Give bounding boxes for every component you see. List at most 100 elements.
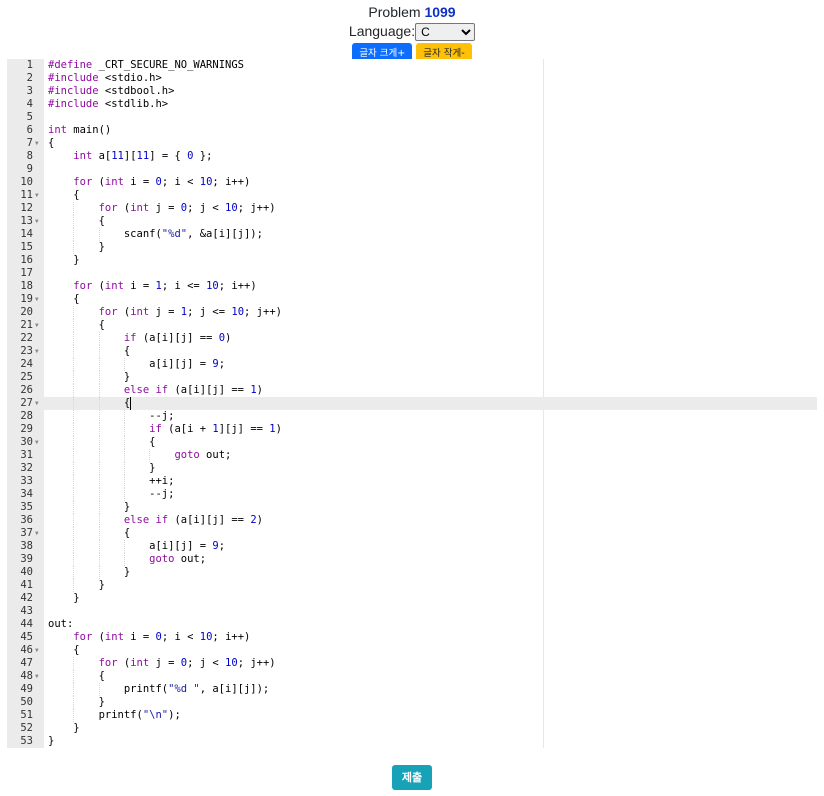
code-text: for (int i = 0; i < 10; i++) (73, 631, 251, 643)
code-text: { (48, 293, 80, 305)
code-line[interactable]: 48 ▼ { (7, 670, 817, 683)
line-number: 51 (20, 709, 33, 721)
code-text: } (48, 579, 105, 591)
code-line[interactable]: 30 ▼ { (7, 436, 817, 449)
code-line[interactable]: 46 ▼ { (7, 644, 817, 657)
code-line[interactable]: 50 } (7, 696, 817, 709)
fold-arrow-icon[interactable]: ▼ (35, 345, 39, 358)
code-line[interactable]: 37 ▼ { (7, 527, 817, 540)
code-line[interactable]: 14 scanf("%d", &a[i][j]); (7, 228, 817, 241)
code-line[interactable]: 40 } (7, 566, 817, 579)
line-number: 23 (20, 345, 33, 357)
problem-header: Problem 1099 (0, 0, 824, 21)
fold-arrow-icon[interactable]: ▼ (35, 215, 39, 228)
code-line[interactable]: 33 ++i; (7, 475, 817, 488)
code-line[interactable]: 24 a[i][j] = 9; (7, 358, 817, 371)
submit-button[interactable]: 제출 (391, 765, 433, 790)
line-number: 40 (20, 566, 33, 578)
code-line[interactable]: 4 #include <stdlib.h> (7, 98, 817, 111)
code-text: } (48, 462, 156, 474)
code-line[interactable]: 12 for (int j = 0; j < 10; j++) (7, 202, 817, 215)
code-line[interactable]: 7 ▼ { (7, 137, 817, 150)
code-line[interactable]: 42 } (7, 592, 817, 605)
fold-arrow-icon[interactable]: ▼ (35, 397, 39, 410)
code-line[interactable]: 19 ▼ { (7, 293, 817, 306)
code-line[interactable]: 9 (7, 163, 817, 176)
code-text: } (48, 592, 80, 604)
code-line[interactable]: 6 int main() (7, 124, 817, 137)
fold-arrow-icon[interactable]: ▼ (35, 670, 39, 683)
code-line[interactable]: 13 ▼ { (7, 215, 817, 228)
fold-arrow-icon[interactable]: ▼ (35, 293, 39, 306)
code-text: printf("%d ", a[i][j]); (48, 683, 270, 695)
line-number: 31 (20, 449, 33, 461)
code-line[interactable]: 27 ▼ { (7, 397, 817, 410)
code-text: int a[11][11] = { 0 }; (73, 150, 213, 162)
code-text: for (int j = 1; j <= 10; j++) (98, 306, 282, 318)
code-line[interactable]: 32 } (7, 462, 817, 475)
code-line[interactable]: 44 out: (7, 618, 817, 631)
code-text: printf("\n"); (48, 709, 181, 721)
fold-arrow-icon[interactable]: ▼ (35, 319, 39, 332)
code-line[interactable]: 41 } (7, 579, 817, 592)
line-number: 7 (26, 137, 33, 149)
code-line[interactable]: 52 } (7, 722, 817, 735)
code-line[interactable]: 53} (7, 735, 817, 748)
fold-arrow-icon[interactable]: ▼ (35, 189, 39, 202)
line-number: 12 (20, 202, 33, 214)
code-text: a[i][j] = 9; (48, 358, 226, 370)
code-line[interactable]: 3 #include <stdbool.h> (7, 85, 817, 98)
language-row: Language: C (0, 23, 824, 42)
code-line[interactable]: 20 for (int j = 1; j <= 10; j++) (7, 306, 817, 319)
code-line[interactable]: 36 else if (a[i][j] == 2) (7, 514, 817, 527)
line-number: 49 (20, 683, 33, 695)
code-line[interactable]: 18 for (int i = 1; i <= 10; i++) (7, 280, 817, 293)
code-line[interactable]: 11 ▼ { (7, 189, 817, 202)
code-text: --j; (48, 410, 175, 422)
code-line[interactable]: 51 printf("\n"); (7, 709, 817, 722)
code-line[interactable]: 15 } (7, 241, 817, 254)
code-text: else if (a[i][j] == 2) (123, 514, 263, 526)
code-line[interactable]: 28 --j; (7, 410, 817, 423)
code-line[interactable]: 35 } (7, 501, 817, 514)
code-text: } (48, 735, 55, 747)
code-line[interactable]: 10 for (int i = 0; i < 10; i++) (7, 176, 817, 189)
line-number: 47 (20, 657, 33, 669)
fold-arrow-icon[interactable]: ▼ (35, 527, 39, 540)
code-line[interactable]: 2 #include <stdio.h> (7, 72, 817, 85)
code-line[interactable]: 39 goto out; (7, 553, 817, 566)
line-number: 41 (20, 579, 33, 591)
line-number: 14 (20, 228, 33, 240)
fold-arrow-icon[interactable]: ▼ (35, 644, 39, 657)
code-line[interactable]: 1 #define _CRT_SECURE_NO_WARNINGS (7, 59, 817, 72)
code-line[interactable]: 25 } (7, 371, 817, 384)
code-line[interactable]: 29 if (a[i + 1][j] == 1) (7, 423, 817, 436)
fold-arrow-icon[interactable]: ▼ (35, 436, 39, 449)
code-lines[interactable]: 1 #define _CRT_SECURE_NO_WARNINGS 2 #includ… (7, 59, 817, 748)
language-select[interactable]: C (415, 23, 476, 42)
code-line[interactable]: 5 (7, 111, 817, 124)
code-line[interactable]: 45 for (int i = 0; i < 10; i++) (7, 631, 817, 644)
problem-id[interactable]: 1099 (424, 4, 455, 20)
code-line[interactable]: 21 ▼ { (7, 319, 817, 332)
code-line[interactable]: 34 --j; (7, 488, 817, 501)
line-number: 8 (26, 150, 33, 162)
fold-arrow-icon[interactable]: ▼ (35, 137, 39, 150)
code-line[interactable]: 16 } (7, 254, 817, 267)
code-line[interactable]: 43 (7, 605, 817, 618)
line-number: 1 (26, 59, 33, 71)
code-line[interactable]: 17 (7, 267, 817, 280)
code-text: out: (48, 618, 74, 630)
code-line[interactable]: 47 for (int j = 0; j < 10; j++) (7, 657, 817, 670)
code-line[interactable]: 31 goto out; (7, 449, 817, 462)
code-line[interactable]: 8 int a[11][11] = { 0 }; (7, 150, 817, 163)
code-line[interactable]: 23 ▼ { (7, 345, 817, 358)
code-text: } (48, 371, 131, 383)
code-line[interactable]: 22 if (a[i][j] == 0) (7, 332, 817, 345)
code-line[interactable]: 38 a[i][j] = 9; (7, 540, 817, 553)
code-line[interactable]: 49 printf("%d ", a[i][j]); (7, 683, 817, 696)
code-text: else if (a[i][j] == 1) (123, 384, 263, 396)
code-editor[interactable]: 1 #define _CRT_SECURE_NO_WARNINGS 2 #includ… (7, 59, 817, 748)
code-text: #include <stdio.h> (48, 72, 162, 84)
code-line[interactable]: 26 else if (a[i][j] == 1) (7, 384, 817, 397)
